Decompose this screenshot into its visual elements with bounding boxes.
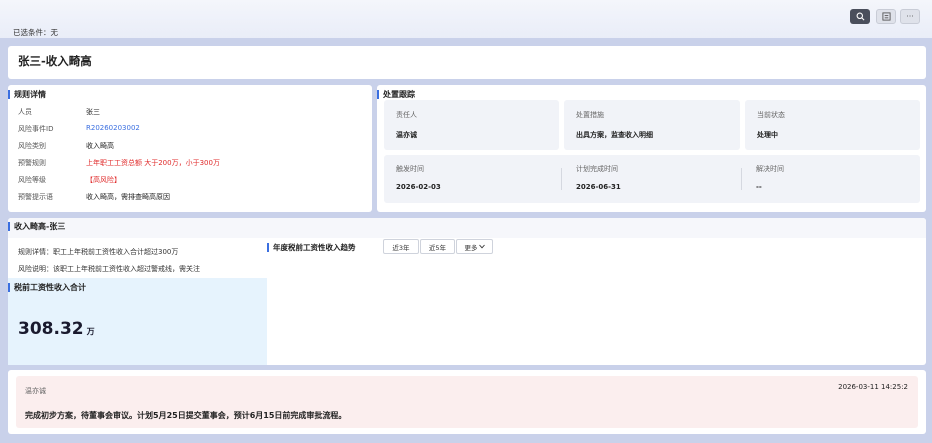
divider [561,168,562,190]
event-id-label: 风险事件ID [18,125,54,133]
top-toolbar: 已选条件：无 ··· [0,0,932,38]
search-button[interactable] [850,9,870,24]
person-label: 人员 [18,108,32,116]
range-more-button[interactable]: 更多 [456,239,493,254]
comment-author: 温亦诚 [25,387,46,395]
title-card: 张三-收入畸高 [8,46,926,79]
range-5y-button[interactable]: 近5年 [420,239,455,254]
measure-box: 处置措施 出具方案，监查收入明细 [564,100,740,150]
resolve-time-label: 解决时间 [756,165,784,173]
event-id-link[interactable]: R20260203002 [86,124,140,132]
income-sum-value: 308.32 [18,319,84,339]
page-title: 张三-收入畸高 [18,54,92,68]
alert-tip-label: 预警提示语 [18,193,53,201]
income-sum-block: 308.32 万 [18,319,95,339]
responsible-value: 温亦诚 [396,131,417,139]
comment-body: 完成初步方案，待董事会审议。计划5月25日提交董事会，预计6月15日前完成审批流… [25,411,347,420]
risk-category-label: 风险类别 [18,142,46,150]
income-sum-panel: 税前工资性收入合计 308.32 万 [8,278,267,365]
export-button[interactable] [876,9,896,24]
income-sum-unit: 万 [86,327,95,336]
search-icon [856,12,864,21]
comment-time: 2026-03-11 14:25:2 [838,383,908,391]
risk-description: 风险说明：该职工上年税前工资性收入超过警戒线，需关注 [18,265,200,273]
status-value: 处理中 [757,131,778,139]
responsible-label: 责任人 [396,111,417,119]
risk-category-value: 收入畸高 [86,142,114,150]
status-label: 当前状态 [757,111,785,119]
filter-status: 已选条件：无 [13,28,58,37]
trend-heading: 年度税前工资性收入趋势 [267,243,356,252]
divider [741,168,742,190]
measure-label: 处置措施 [576,111,604,119]
tracking-card: 处置跟踪 责任人 温亦诚 处置措施 出具方案，监查收入明细 当前状态 处理中 触… [377,85,926,212]
chevron-down-icon [478,244,485,249]
tracking-heading: 处置跟踪 [377,90,415,99]
alert-tip-value: 收入畸高，需排查畸高原因 [86,193,170,201]
comment-item: 温亦诚 2026-03-11 14:25:2 完成初步方案，待董事会审议。计划5… [16,376,918,428]
measure-value: 出具方案，监查收入明细 [576,131,653,139]
alert-rule-value: 上年职工工资总额 大于200万，小于300万 [86,159,220,167]
risk-level-value: 【高风险】 [86,176,121,184]
time-box: 触发时间 2026-02-03 计划完成时间 2026-06-31 解决时间 -… [384,155,920,203]
detail-heading: 收入畸高-张三 [8,222,65,231]
range-3y-button[interactable]: 近3年 [383,239,419,254]
alert-rule-label: 预警规则 [18,159,46,167]
responsible-box: 责任人 温亦诚 [384,100,559,150]
rule-description: 规则详情：职工上年税前工资性收入合计超过300万 [18,248,179,256]
comment-card: 温亦诚 2026-03-11 14:25:2 完成初步方案，待董事会审议。计划5… [8,370,926,434]
range-more-label: 更多 [464,243,478,252]
export-icon [881,12,891,21]
status-box: 当前状态 处理中 [745,100,920,150]
resolve-time-value: -- [756,183,762,191]
more-button[interactable]: ··· [900,9,920,24]
rule-details-card: 规则详情 人员 张三 风险事件ID R20260203002 风险类别 收入畸高… [8,85,372,212]
detail-header [8,218,926,238]
risk-level-label: 风险等级 [18,176,46,184]
plan-time-value: 2026-06-31 [576,183,621,191]
detail-card: 收入畸高-张三 规则详情：职工上年税前工资性收入合计超过300万 风险说明：该职… [8,218,926,365]
person-value: 张三 [86,108,100,116]
plan-time-label: 计划完成时间 [576,165,618,173]
trigger-time-label: 触发时间 [396,165,424,173]
trigger-time-value: 2026-02-03 [396,183,441,191]
income-sum-heading: 税前工资性收入合计 [8,283,86,292]
rule-details-heading: 规则详情 [8,90,46,99]
